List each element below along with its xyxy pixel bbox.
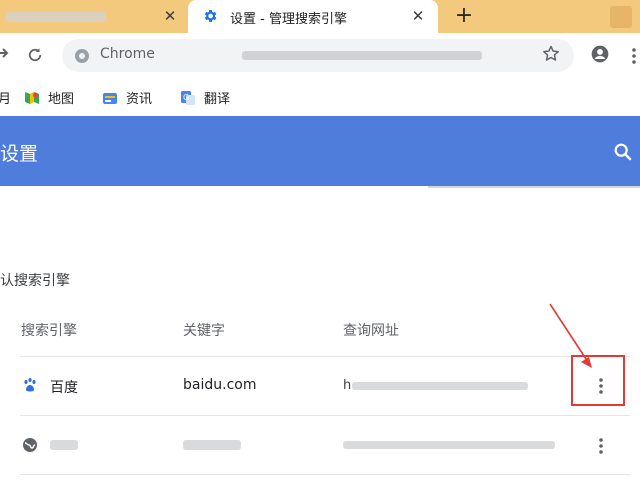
svg-text:G: G <box>183 93 189 102</box>
globe-icon <box>23 438 37 452</box>
url-redaction <box>343 441 555 449</box>
bookmark-label: 翻译 <box>204 92 231 107</box>
section-title: 认搜索引擎 <box>0 273 70 289</box>
close-icon[interactable]: ✕ <box>162 8 178 24</box>
translate-icon: G <box>181 90 195 105</box>
bookmark-label: 地图 <box>48 92 75 107</box>
toolbar: Chrome <box>0 33 640 78</box>
settings-header: 设置 <box>0 116 640 186</box>
bookmark-item-translate[interactable]: G 翻译 <box>180 88 230 107</box>
address-bar[interactable]: Chrome <box>62 39 574 72</box>
keyword-redaction <box>183 440 241 450</box>
address-chip-label: Chrome <box>100 46 155 62</box>
window-control[interactable] <box>610 6 632 28</box>
tab-settings[interactable]: 设置 - 管理搜索引擎 ✕ <box>188 0 438 33</box>
row-divider <box>20 474 630 475</box>
more-actions-icon[interactable] <box>592 436 610 456</box>
column-header-keyword: 关键字 <box>183 323 225 339</box>
maps-icon <box>25 91 39 104</box>
tab-strip: ✕ 设置 - 管理搜索引擎 ✕ + <box>0 0 640 33</box>
bookmark-item-news[interactable]: 资讯 <box>102 88 152 107</box>
reload-icon[interactable] <box>26 46 44 64</box>
engine-name-redaction <box>50 440 78 450</box>
tab-inactive[interactable]: ✕ <box>0 0 188 33</box>
forward-arrow-icon[interactable] <box>0 45 10 61</box>
page-title: 设置 <box>0 143 39 165</box>
engine-name: 百度 <box>50 380 78 396</box>
bookmarks-bar: 月 地图 资讯 G 翻译 <box>0 78 640 116</box>
news-icon <box>103 92 117 104</box>
bookmark-star-icon[interactable] <box>541 44 561 64</box>
engine-keyword: baidu.com <box>183 377 257 393</box>
bookmark-label: 月 <box>0 92 12 107</box>
chrome-icon <box>75 49 89 63</box>
baidu-paw-icon <box>24 378 36 392</box>
url-redaction <box>352 382 528 390</box>
tab-title-blurred <box>6 12 106 22</box>
search-icon[interactable] <box>612 141 634 163</box>
url-text-blurred <box>242 51 482 60</box>
tab-title: 设置 - 管理搜索引擎 <box>230 12 347 27</box>
bookmark-item[interactable]: 月 <box>0 88 11 107</box>
gear-icon <box>204 10 217 22</box>
search-field-underline <box>428 186 640 188</box>
bookmark-label: 资讯 <box>126 92 153 107</box>
annotation-highlight-box <box>571 355 625 406</box>
menu-dots-icon[interactable] <box>628 47 640 65</box>
profile-avatar-icon[interactable] <box>590 44 610 64</box>
column-header-engine: 搜索引擎 <box>21 323 77 339</box>
new-tab-button[interactable]: + <box>452 4 476 28</box>
table-row <box>0 416 640 474</box>
column-header-url: 查询网址 <box>343 323 399 339</box>
close-icon[interactable]: ✕ <box>410 8 426 24</box>
bookmark-item-maps[interactable]: 地图 <box>24 88 74 107</box>
